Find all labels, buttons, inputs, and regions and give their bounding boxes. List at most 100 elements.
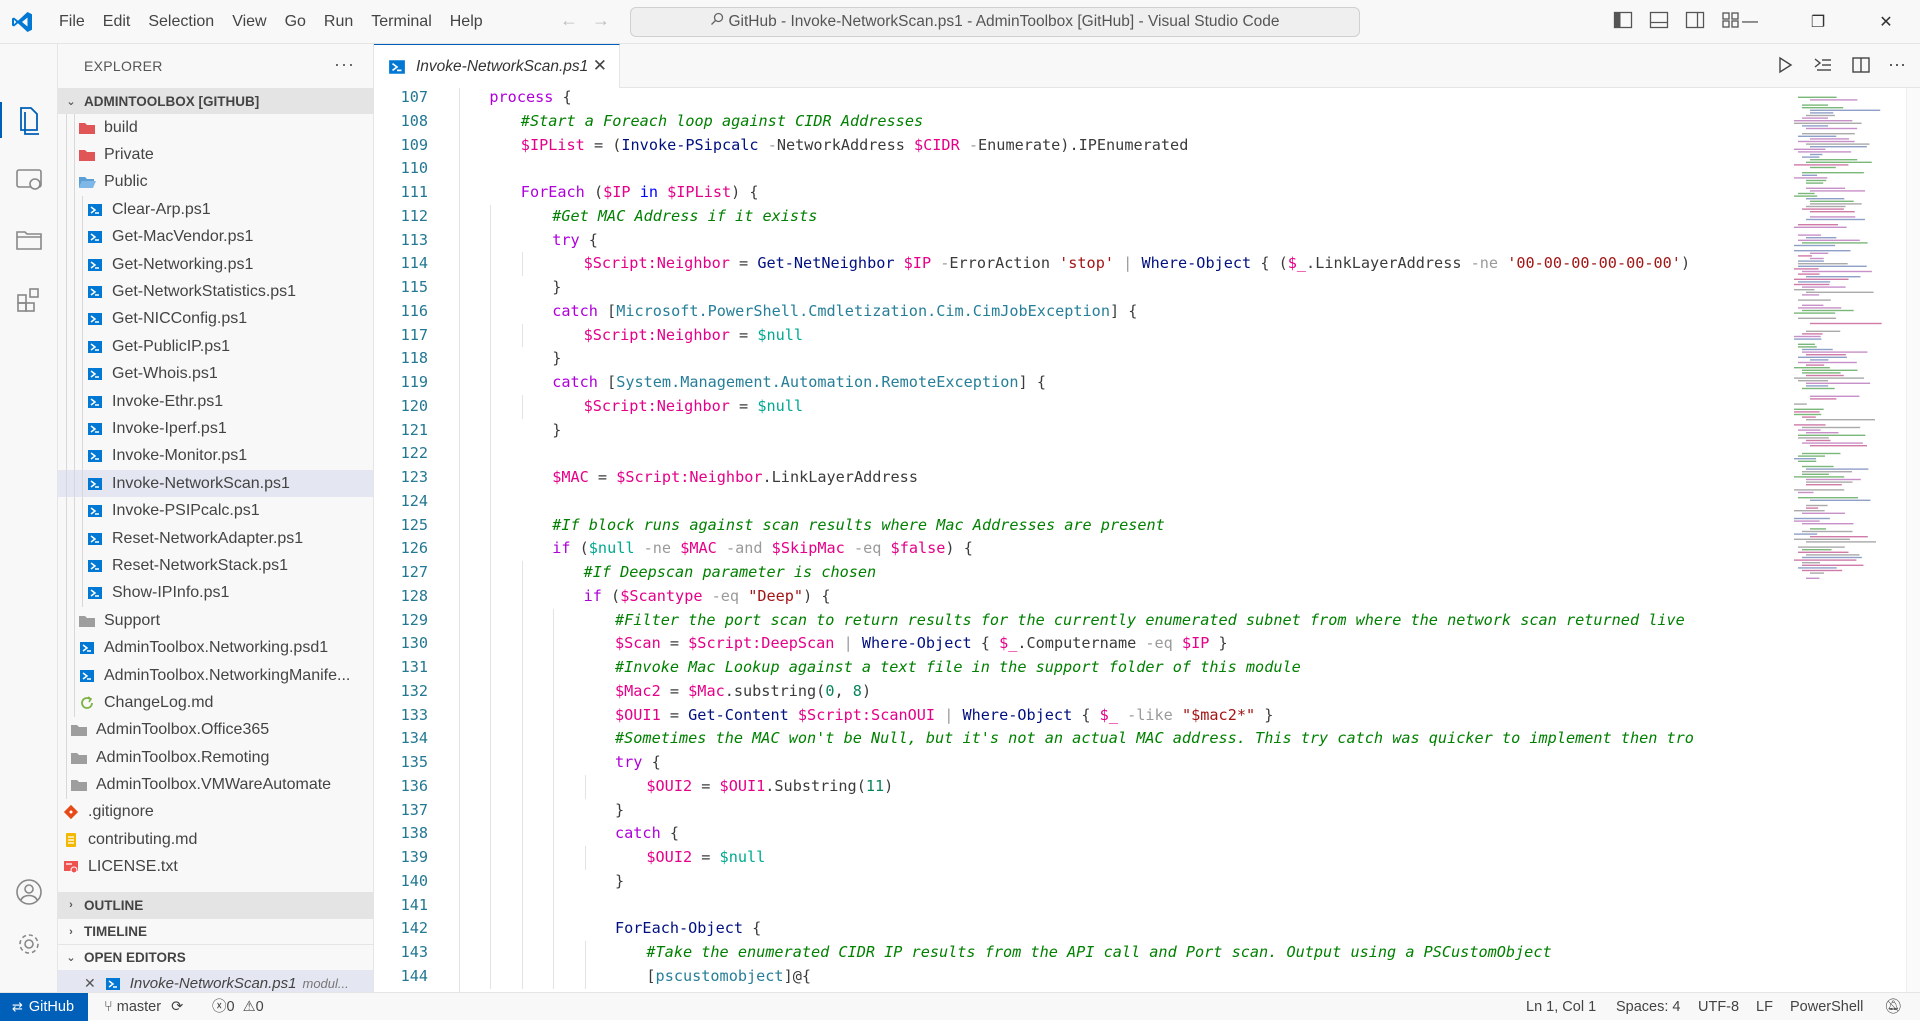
menu-view[interactable]: View [223, 0, 275, 44]
end-of-line[interactable]: LF [1756, 993, 1773, 1021]
code-token: #Invoke Mac Lookup against a text file i… [615, 658, 1301, 676]
run-and-debug-icon[interactable] [11, 162, 47, 198]
code-token: } [552, 278, 562, 296]
tree-item[interactable]: .gitignore [58, 799, 373, 826]
timeline-section[interactable]: › TIMELINE [58, 918, 373, 944]
toggle-primary-sidebar-icon[interactable] [1612, 9, 1634, 31]
close-tab-icon[interactable]: ✕ [593, 56, 607, 76]
code-token: | [1114, 254, 1142, 273]
minimap-line [1794, 377, 1864, 379]
forward-arrow-icon[interactable]: → [592, 10, 610, 31]
tree-item[interactable]: contributing.md [58, 826, 373, 853]
code-line: catch { [458, 822, 1784, 846]
remote-indicator[interactable]: ⇄ GitHub [0, 993, 88, 1021]
tree-item[interactable]: Public [58, 168, 373, 197]
explorer-icon[interactable] [11, 102, 47, 138]
tree-item[interactable]: ChangeLog.md [58, 689, 373, 717]
remote-explorer-icon[interactable] [11, 222, 47, 258]
notifications-icon[interactable]: 🔕︎ [1884, 993, 1902, 1021]
indent-guide [66, 114, 67, 142]
tree-item[interactable]: AdminToolbox.VMWareAutomate [58, 771, 373, 799]
open-editors-section[interactable]: ⌄ OPEN EDITORS [58, 944, 373, 970]
split-editor-icon[interactable] [1850, 54, 1872, 76]
tree-item[interactable]: Get-NetworkStatistics.ps1 [58, 278, 373, 306]
indent-guide [584, 774, 586, 799]
extensions-icon[interactable] [11, 282, 47, 318]
open-editor-item[interactable]: ✕ Invoke-NetworkScan.ps1 modul... [58, 970, 373, 992]
tree-item-label: Invoke-Monitor.ps1 [112, 447, 248, 465]
tree-item[interactable]: Show-IPInfo.ps1 [58, 579, 373, 608]
code-editor[interactable]: 107 process {108 #Start a Foreach loop aga… [374, 88, 1920, 992]
line-number: 126 [400, 539, 428, 558]
indent-guide [82, 278, 83, 306]
encoding[interactable]: UTF-8 [1698, 993, 1739, 1021]
problems-indicator[interactable]: ⓧ0 ⚠0 [212, 993, 264, 1021]
indent-guide [82, 442, 83, 471]
tree-item[interactable]: AdminToolbox.Office365 [58, 716, 373, 744]
cursor-position[interactable]: Ln 1, Col 1 [1526, 993, 1596, 1021]
minimap[interactable] [1784, 88, 1904, 992]
restore-icon[interactable]: ❐ [1784, 0, 1852, 44]
tree-item[interactable]: Invoke-Ethr.ps1 [58, 387, 373, 416]
toggle-panel-icon[interactable] [1648, 9, 1670, 31]
tree-item-label: build [104, 118, 138, 136]
workspace-root[interactable]: ⌄ ADMINTOOLBOX [GITHUB] [58, 88, 373, 114]
close-window-icon[interactable]: ✕ [1852, 0, 1920, 44]
tree-item[interactable]: Invoke-Iperf.ps1 [58, 415, 373, 443]
more-editor-actions-icon[interactable]: ··· [1888, 54, 1906, 76]
tree-item[interactable]: Reset-NetworkStack.ps1 [58, 552, 373, 580]
minimap-line [1806, 374, 1844, 377]
code-token: Get-NetNeighbor [757, 254, 895, 273]
run-file-icon[interactable] [1774, 54, 1796, 76]
tree-item[interactable]: Invoke-PSIPcalc.ps1 [58, 497, 373, 525]
minimize-icon[interactable]: — [1716, 0, 1784, 44]
code-token: { [1072, 705, 1100, 724]
menu-go[interactable]: Go [276, 0, 315, 44]
indentation[interactable]: Spaces: 4 [1616, 993, 1681, 1021]
code-token: $null [757, 396, 804, 415]
sync-icon[interactable]: ⟳ [171, 999, 183, 1015]
vertical-scrollbar[interactable] [1906, 88, 1920, 992]
minimap-line [1794, 510, 1825, 512]
menu-edit[interactable]: Edit [94, 0, 140, 44]
tree-item[interactable]: build [58, 114, 373, 142]
tree-item[interactable]: AdminToolbox.Networking.psd1 [58, 634, 373, 662]
close-icon[interactable]: ✕ [84, 975, 96, 992]
manage-gear-icon[interactable] [11, 926, 47, 962]
menu-run[interactable]: Run [315, 0, 362, 44]
toggle-secondary-sidebar-icon[interactable] [1684, 9, 1706, 31]
branch-indicator[interactable]: ⑂ master ⟳ [104, 993, 183, 1021]
tree-item[interactable]: Get-MacVendor.ps1 [58, 223, 373, 251]
more-actions-icon[interactable]: ··· [334, 54, 355, 75]
code-line: $OUI2 = $OUI1.Substring(11) [458, 775, 1784, 799]
license-icon [62, 858, 80, 876]
minimap-line [1794, 120, 1853, 122]
tree-item[interactable]: Get-PublicIP.ps1 [58, 333, 373, 361]
tree-item[interactable]: Reset-NetworkAdapter.ps1 [58, 524, 373, 553]
tree-item[interactable]: AdminToolbox.Remoting [58, 743, 373, 772]
tree-item[interactable]: Clear-Arp.ps1 [58, 196, 373, 224]
run-selection-icon[interactable] [1812, 54, 1834, 76]
accounts-icon[interactable] [11, 874, 47, 910]
menu-selection[interactable]: Selection [139, 0, 223, 44]
outline-section[interactable]: › OUTLINE [58, 892, 373, 918]
back-arrow-icon[interactable]: ← [560, 10, 578, 31]
tree-item[interactable]: LICENSE.txt [58, 854, 373, 881]
tree-item[interactable]: Invoke-NetworkScan.ps1 [58, 470, 373, 498]
indent-guide [521, 561, 523, 989]
command-center[interactable]: GitHub - Invoke-NetworkScan.ps1 - AdminT… [630, 7, 1360, 37]
tree-item[interactable]: AdminToolbox.NetworkingManife... [58, 661, 373, 690]
tree-item[interactable]: Get-NICConfig.ps1 [58, 305, 373, 334]
menu-terminal[interactable]: Terminal [362, 0, 440, 44]
menu-file[interactable]: File [50, 0, 94, 44]
tree-item-label: Invoke-Iperf.ps1 [112, 419, 227, 437]
tab-invoke-networkscan[interactable]: Invoke-NetworkScan.ps1 ✕ [374, 44, 620, 88]
tree-item[interactable]: Get-Networking.ps1 [58, 250, 373, 279]
tree-item[interactable]: Private [58, 141, 373, 169]
language-mode[interactable]: PowerShell [1790, 993, 1863, 1021]
tree-item[interactable]: Invoke-Monitor.ps1 [58, 442, 373, 471]
menu-help[interactable]: Help [441, 0, 492, 44]
indent-guide [74, 689, 75, 717]
tree-item[interactable]: Get-Whois.ps1 [58, 360, 373, 388]
tree-item[interactable]: Support [58, 607, 373, 635]
